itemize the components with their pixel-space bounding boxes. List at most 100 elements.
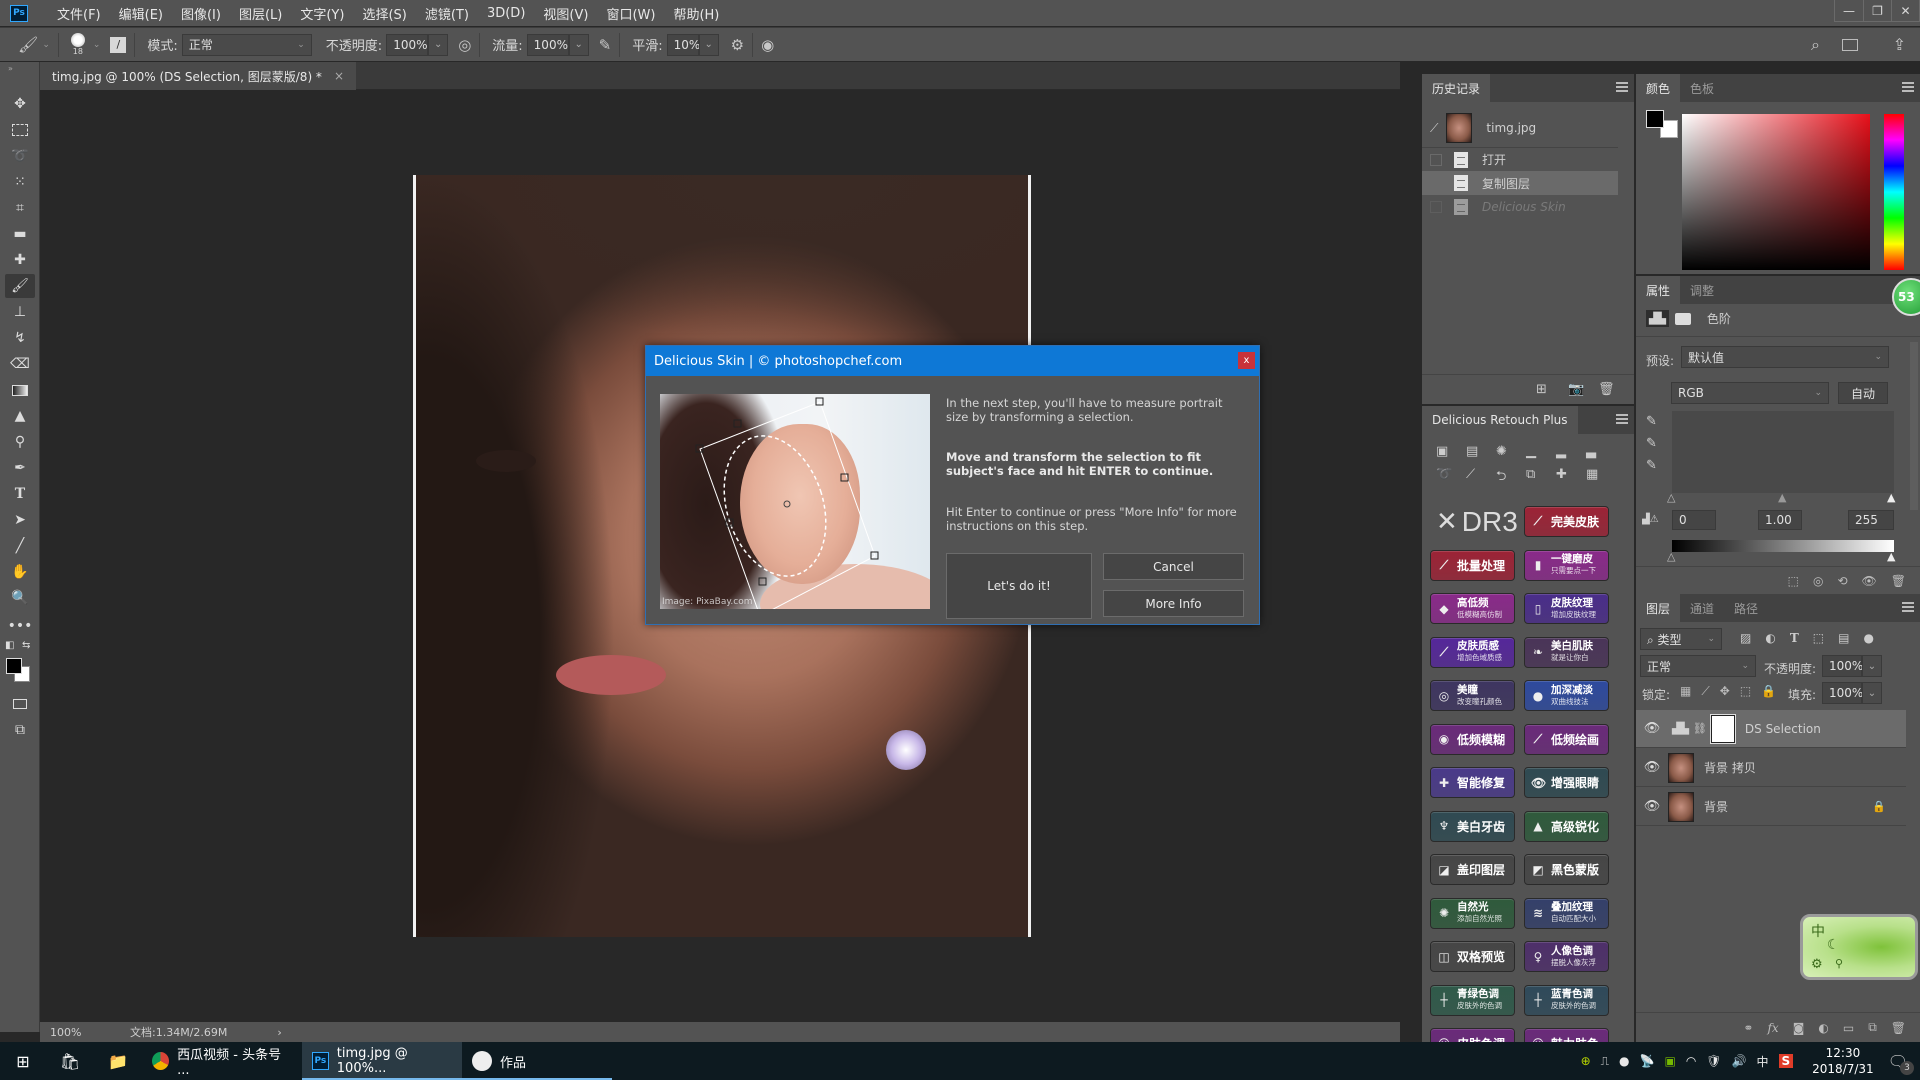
share-icon[interactable]: ⇪ bbox=[1893, 35, 1906, 54]
satellite-icon[interactable]: 📡 bbox=[1640, 1054, 1655, 1068]
defender-icon[interactable]: 🛡 bbox=[1706, 1054, 1721, 1068]
layer-opacity-dropdown[interactable]: ⌄ bbox=[1862, 655, 1882, 677]
zoom-tool-icon[interactable]: 🔍 bbox=[5, 586, 35, 610]
select-skin-icon[interactable]: ▣ bbox=[1436, 444, 1466, 459]
new-document-from-state-icon[interactable]: ⊞ bbox=[1536, 382, 1547, 397]
new-group-icon[interactable]: ▭ bbox=[1843, 1021, 1854, 1035]
levels-icon[interactable]: ▟▙ bbox=[1646, 310, 1669, 327]
fill-input[interactable]: 100% bbox=[1822, 682, 1863, 704]
hue-slider[interactable] bbox=[1884, 114, 1904, 270]
flow-input[interactable]: 100% bbox=[526, 33, 569, 56]
histogram-high-icon[interactable]: ▃ bbox=[1586, 444, 1616, 459]
filter-adjustment-icon[interactable]: ◐ bbox=[1765, 631, 1775, 645]
healing-brush-tool-icon[interactable]: ✚ bbox=[5, 248, 35, 272]
tab-swatches[interactable]: 色板 bbox=[1680, 74, 1724, 102]
black-input-slider[interactable]: △ bbox=[1667, 491, 1675, 504]
gear-icon[interactable]: ⚙ bbox=[731, 36, 744, 54]
volume-icon[interactable]: 🔊 bbox=[1732, 1054, 1747, 1068]
white-input-slider[interactable]: ▲ bbox=[1887, 491, 1895, 504]
input-gamma-field[interactable]: 1.00 bbox=[1758, 510, 1802, 530]
clipping-warning-icon[interactable]: ▟⚠ bbox=[1642, 514, 1659, 525]
menu-edit[interactable]: 编辑(E) bbox=[110, 4, 172, 23]
gradient-tool-icon[interactable] bbox=[5, 378, 35, 402]
clip-to-layer-icon[interactable]: ⬚ bbox=[1788, 574, 1799, 588]
hand-tool-icon[interactable]: ✋ bbox=[5, 560, 35, 584]
path-selection-tool-icon[interactable]: ➤ bbox=[5, 508, 35, 532]
link-layers-icon[interactable]: ⚭ bbox=[1743, 1021, 1753, 1035]
restore-button[interactable]: ❐ bbox=[1863, 0, 1891, 21]
tab-delicious-retouch[interactable]: Delicious Retouch Plus bbox=[1422, 406, 1578, 434]
menu-type[interactable]: 文字(Y) bbox=[291, 4, 353, 23]
blur-tool-icon[interactable]: ▲ bbox=[5, 404, 35, 428]
default-colors-icon[interactable]: ◧ bbox=[5, 640, 14, 651]
filter-shape-icon[interactable]: ⬚ bbox=[1813, 631, 1824, 645]
tab-history[interactable]: 历史记录 bbox=[1422, 74, 1491, 102]
retouch-button[interactable]: ◩ 黑色蒙版 bbox=[1524, 854, 1609, 885]
lock-transparent-icon[interactable]: ▦ bbox=[1680, 684, 1691, 699]
opacity-input[interactable]: 100% bbox=[386, 33, 429, 56]
retouch-button[interactable]: 👁 增强眼睛 bbox=[1524, 767, 1609, 798]
history-item[interactable]: 打开 bbox=[1422, 147, 1618, 171]
retouch-button[interactable]: ◪ 盖印图层 bbox=[1430, 854, 1515, 885]
history-brush-source-icon[interactable]: ⟋ bbox=[1430, 121, 1438, 136]
cancel-button[interactable]: Cancel bbox=[1103, 553, 1244, 580]
retouch-button[interactable]: ◉ 低频模糊 bbox=[1430, 723, 1515, 755]
pressure-opacity-icon[interactable]: ◎ bbox=[458, 36, 471, 54]
white-point-eyedropper-icon[interactable]: ✎ bbox=[1646, 458, 1657, 473]
add-mask-icon[interactable]: ◙ bbox=[1793, 1021, 1805, 1035]
saturation-brightness-field[interactable] bbox=[1682, 114, 1870, 270]
brush-icon[interactable]: ⟋ bbox=[1466, 467, 1496, 489]
layer-copy-icon[interactable]: ⧉ bbox=[1526, 467, 1556, 489]
close-tab-icon[interactable]: × bbox=[334, 69, 344, 83]
menu-select[interactable]: 选择(S) bbox=[353, 4, 415, 23]
channel-select[interactable]: RGB ⌄ bbox=[1671, 382, 1829, 404]
menu-file[interactable]: 文件(F) bbox=[48, 4, 110, 23]
visibility-icon[interactable]: 👁 bbox=[1862, 574, 1877, 588]
chevron-down-icon[interactable]: ⌄ bbox=[93, 40, 101, 50]
retouch-button[interactable]: ⟋ 低频绘画 bbox=[1524, 723, 1609, 755]
layer-row-selected[interactable]: 👁 ▟▙ ⛓ DS Selection bbox=[1636, 710, 1906, 748]
ruler-tool-icon[interactable]: ▬ bbox=[5, 222, 35, 246]
more-tools-icon[interactable]: ••• bbox=[5, 614, 35, 638]
history-checkbox[interactable] bbox=[1430, 201, 1442, 213]
tab-layers[interactable]: 图层 bbox=[1636, 594, 1681, 622]
layer-row[interactable]: 👁 背景 拷贝 bbox=[1636, 749, 1906, 787]
360-security-icon[interactable]: ⊕ bbox=[1581, 1054, 1591, 1068]
more-info-button[interactable]: More Info bbox=[1103, 590, 1244, 617]
foreground-color-swatch[interactable] bbox=[6, 658, 22, 674]
taskbar-app-active[interactable]: Ps timg.jpg @ 100%... bbox=[302, 1042, 462, 1080]
retouch-button[interactable]: ┼ 蓝青色调 皮肤外的色调 bbox=[1524, 984, 1609, 1016]
dodge-tool-icon[interactable]: ⚲ bbox=[5, 430, 35, 454]
retouch-button[interactable]: ❧ 美白肌肤 就是让你白 bbox=[1524, 636, 1609, 668]
menu-view[interactable]: 视图(V) bbox=[534, 4, 597, 23]
filter-toggle-icon[interactable]: ● bbox=[1863, 631, 1873, 645]
tab-properties[interactable]: 属性 bbox=[1636, 276, 1681, 304]
search-icon[interactable]: ⌕ bbox=[1811, 35, 1820, 55]
pen-tool-icon[interactable]: ✒ bbox=[5, 456, 35, 480]
fill-dropdown[interactable]: ⌄ bbox=[1862, 682, 1882, 704]
opacity-dropdown[interactable]: ⌄ bbox=[428, 33, 449, 56]
noise-icon[interactable]: ✺ bbox=[1496, 444, 1526, 459]
retouch-button[interactable]: ┼ 青绿色调 皮肤外的色调 bbox=[1430, 984, 1515, 1016]
layer-lock-icon[interactable]: 🔒 bbox=[1872, 800, 1886, 813]
brush-size-picker[interactable]: 18 bbox=[67, 33, 89, 56]
view-previous-icon[interactable]: ◎ bbox=[1813, 574, 1823, 588]
menu-filter[interactable]: 滤镜(T) bbox=[416, 4, 478, 23]
workspace-icon[interactable] bbox=[1842, 38, 1858, 51]
gray-point-eyedropper-icon[interactable]: ✎ bbox=[1646, 436, 1657, 451]
retouch-button[interactable]: ⟋ 皮肤质感 增加色域质感 bbox=[1430, 636, 1515, 668]
gear-icon[interactable]: ⚙ bbox=[1811, 957, 1823, 972]
smoothing-input[interactable]: 10% bbox=[666, 33, 700, 56]
menu-image[interactable]: 图像(I) bbox=[172, 4, 230, 23]
taskbar-app[interactable]: 作品 bbox=[462, 1042, 612, 1080]
fx-icon[interactable]: fx bbox=[1767, 1021, 1778, 1035]
filter-smart-object-icon[interactable]: ▤ bbox=[1838, 631, 1849, 645]
tab-paths[interactable]: 路径 bbox=[1724, 594, 1768, 622]
collapse-toolbox-icon[interactable]: » bbox=[8, 64, 13, 73]
retouch-button[interactable]: ♆ 美白牙齿 bbox=[1430, 810, 1515, 842]
panel-menu-icon[interactable] bbox=[1616, 82, 1628, 92]
reset-icon[interactable]: ⮌ bbox=[1496, 467, 1526, 489]
bandage-icon[interactable]: ✚ bbox=[1556, 467, 1586, 489]
tab-channels[interactable]: 通道 bbox=[1680, 594, 1724, 622]
mask-link-icon[interactable]: ⛓ bbox=[1693, 722, 1707, 735]
